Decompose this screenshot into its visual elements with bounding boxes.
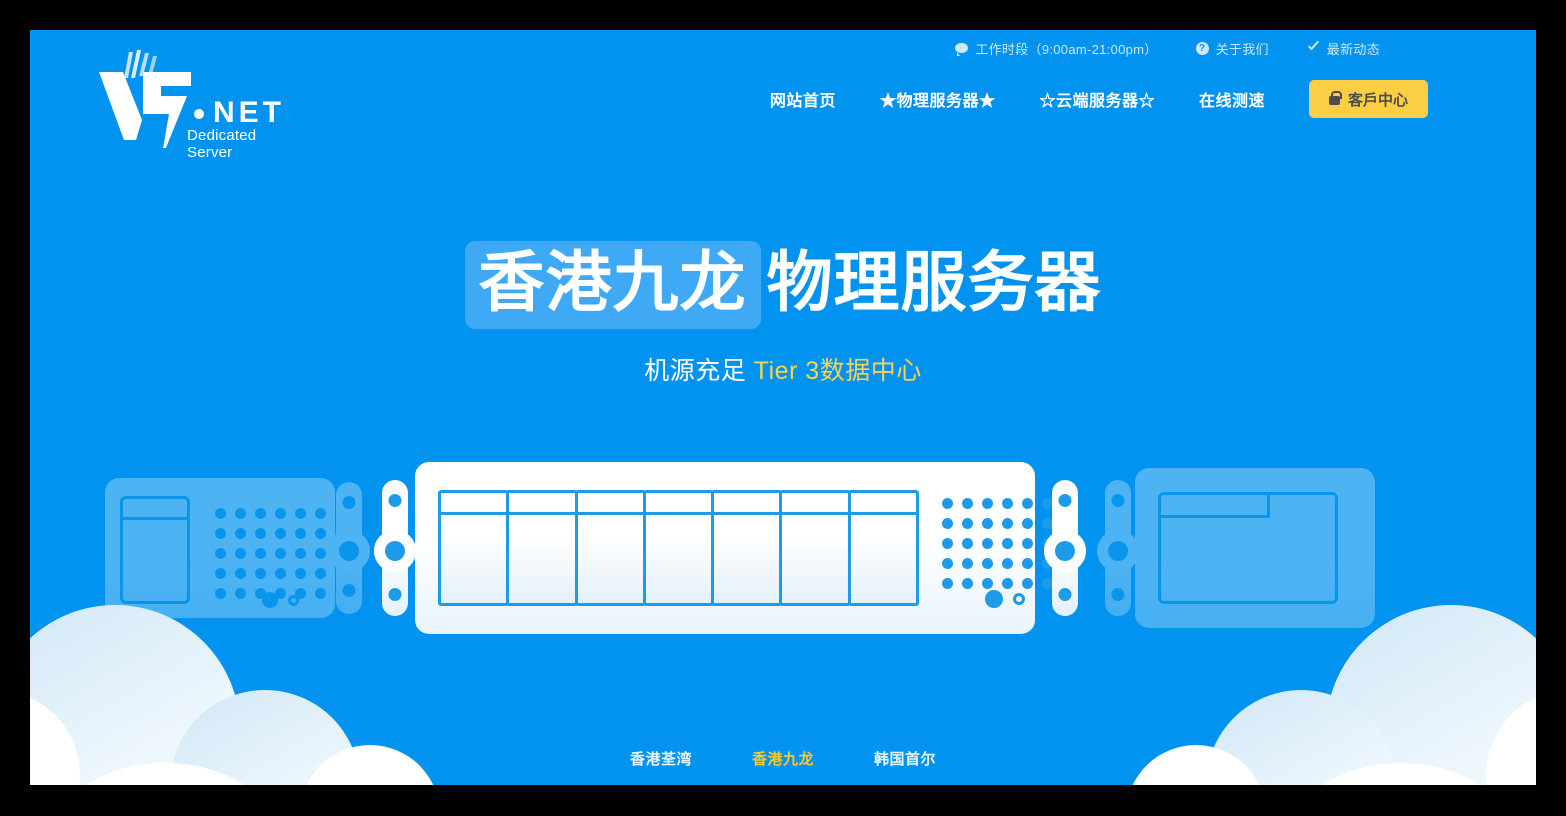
- logo-tagline: Dedicated Server: [187, 127, 257, 161]
- drive-bay: [574, 490, 646, 606]
- drive-bay: [506, 490, 578, 606]
- top-utility-bar: 工作时段（9:00am-21:00pm） ? 关于我们 最新动态: [955, 30, 1380, 66]
- hero-title-rest: 物理服务器: [766, 245, 1102, 319]
- drive-bay: [847, 490, 919, 606]
- client-center-button[interactable]: 客戶中心: [1308, 80, 1428, 118]
- hero-subtitle: 机源充足 Tier 3数据中心: [30, 351, 1536, 387]
- hero-subtitle-gold: Tier 3数据中心: [753, 356, 922, 385]
- topbar-news-label: 最新动态: [1326, 41, 1380, 57]
- page-title: 香港九龙 物理服务器: [30, 241, 1536, 329]
- topbar-hours-label: 工作时段（9:00am-21:00pm）: [975, 41, 1158, 57]
- location-tab-tsuen-wan[interactable]: 香港荃湾: [630, 748, 692, 769]
- site-logo[interactable]: NET Dedicated Server: [95, 48, 295, 161]
- topbar-about-label: 关于我们: [1215, 41, 1269, 57]
- client-center-label: 客戶中心: [1347, 91, 1408, 109]
- location-tab-kowloon[interactable]: 香港九龙: [752, 748, 814, 769]
- logo-net-text: NET: [213, 96, 285, 129]
- page-stage: 工作时段（9:00am-21:00pm） ? 关于我们 最新动态 NET Ded…: [30, 30, 1536, 785]
- topbar-item-hours[interactable]: 工作时段（9:00am-21:00pm）: [955, 39, 1157, 58]
- drive-bay: [438, 490, 510, 606]
- nav-item-home[interactable]: 网站首页: [748, 87, 858, 111]
- drive-bay: [711, 490, 783, 606]
- topbar-item-about[interactable]: ? 关于我们: [1195, 39, 1269, 58]
- topbar-item-news[interactable]: 最新动态: [1307, 39, 1380, 58]
- power-led: [985, 590, 1003, 608]
- chat-bubble-icon: [955, 43, 969, 56]
- lock-icon: [1328, 91, 1342, 105]
- nav-item-cloud[interactable]: ☆云端服务器☆: [1017, 87, 1177, 111]
- location-tabs: 香港荃湾 香港九龙 韩国首尔: [30, 748, 1536, 769]
- status-led: [1013, 593, 1025, 605]
- nav-item-speedtest[interactable]: 在线测速: [1177, 87, 1287, 111]
- nav-item-dedicated[interactable]: ★物理服务器★: [858, 87, 1018, 111]
- check-icon: [1307, 42, 1320, 55]
- drive-bay: [779, 490, 851, 606]
- question-circle-icon: ?: [1195, 41, 1209, 55]
- drive-bay: [642, 490, 715, 606]
- vent-dot-grid-left: [215, 508, 346, 599]
- hero-section: 香港九龙 物理服务器 机源充足 Tier 3数据中心: [30, 241, 1536, 387]
- location-tab-seoul[interactable]: 韩国首尔: [874, 748, 936, 769]
- hero-subtitle-white: 机源充足: [644, 356, 747, 385]
- rack-server-illustration: [30, 450, 1536, 634]
- hero-title-highlight: 香港九龙: [464, 241, 761, 329]
- main-navigation: 网站首页 ★物理服务器★ ☆云端服务器☆ 在线测速 客戶中心: [748, 80, 1428, 118]
- drive-bay-group: [438, 490, 919, 606]
